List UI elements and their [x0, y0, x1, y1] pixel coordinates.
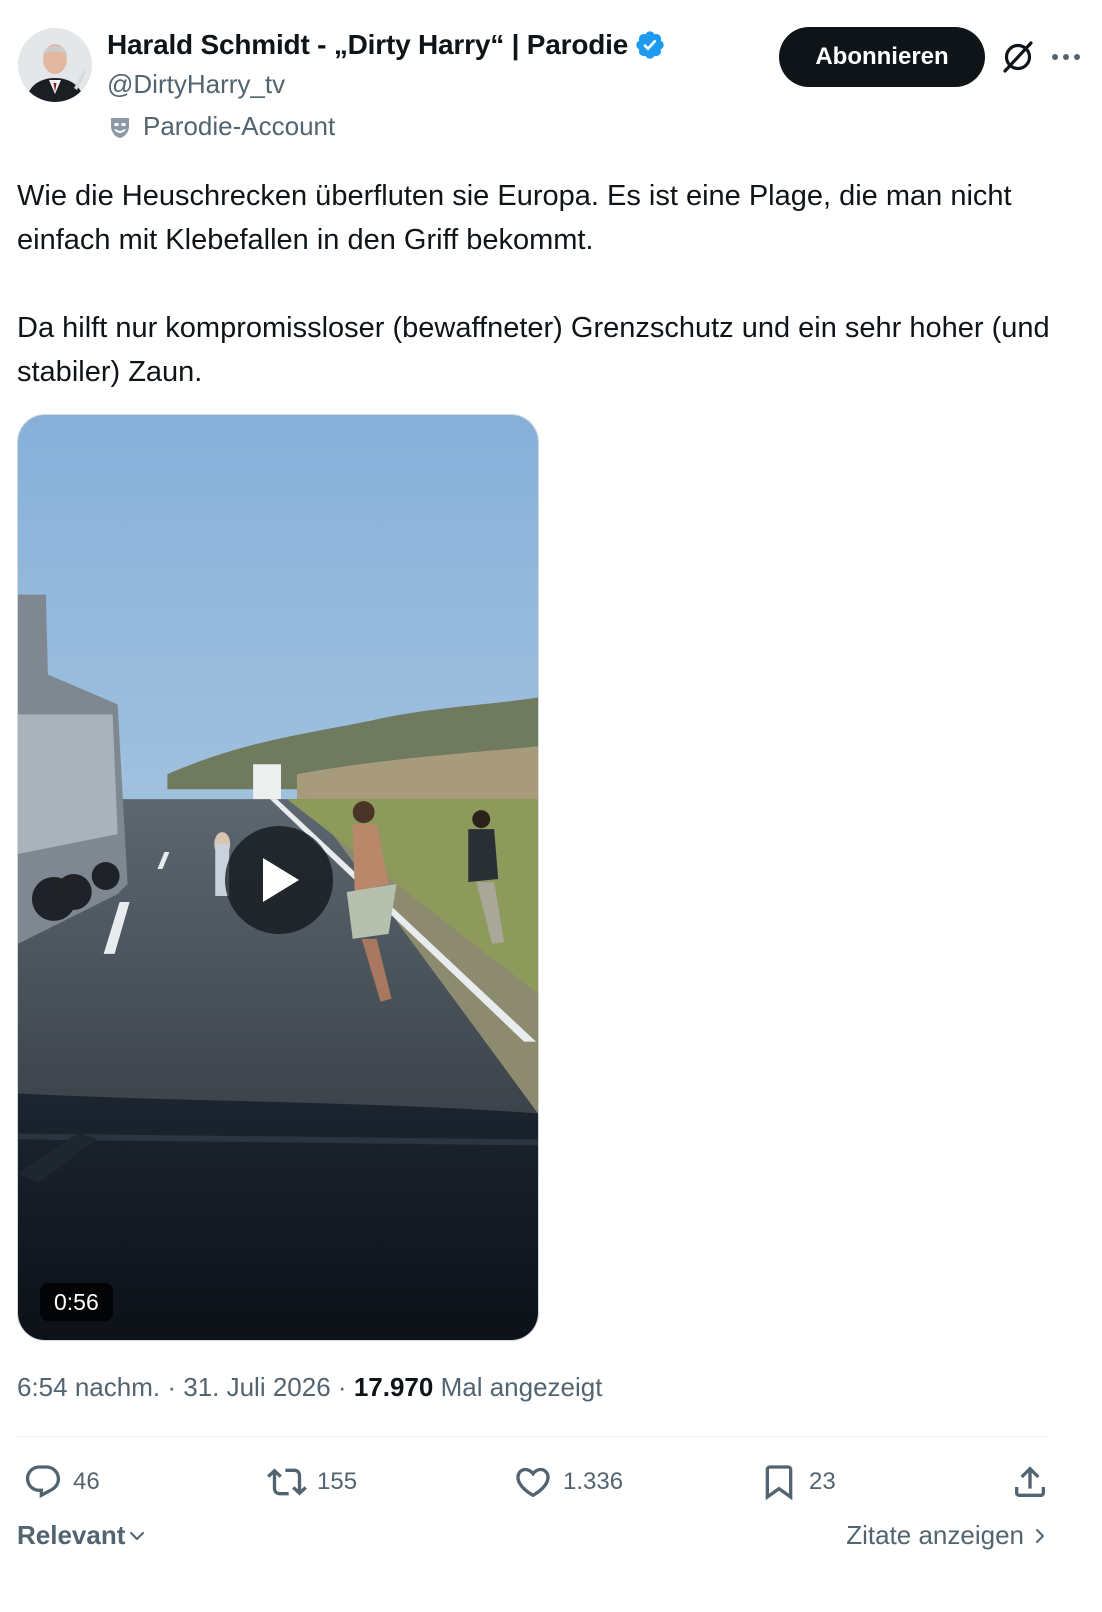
sort-label: Relevant: [17, 1520, 126, 1550]
like-count: 1.336: [563, 1468, 624, 1495]
divider: [17, 1436, 1050, 1437]
parody-mask-icon: [107, 114, 133, 140]
subscribe-button[interactable]: Abonnieren: [779, 27, 985, 87]
author-handle[interactable]: @DirtyHarry_tv: [107, 69, 285, 100]
bookmark-count: 23: [809, 1468, 836, 1495]
play-button[interactable]: [225, 826, 333, 934]
reply-count: 46: [73, 1468, 100, 1495]
views-count: 17.970: [353, 1372, 434, 1402]
sort-dropdown[interactable]: Relevant: [17, 1520, 147, 1551]
share-button[interactable]: [1010, 1456, 1050, 1508]
view-quotes-link[interactable]: Zitate anzeigen: [846, 1520, 1050, 1551]
video-player[interactable]: 0:56: [17, 414, 539, 1341]
bookmark-button[interactable]: 23: [759, 1456, 836, 1508]
avatar[interactable]: [18, 28, 92, 102]
repost-button[interactable]: 155: [267, 1456, 357, 1508]
quotes-label: Zitate anzeigen: [846, 1520, 1024, 1550]
tweet-date[interactable]: 31. Juli 2026: [183, 1372, 330, 1402]
reply-icon: [25, 1465, 61, 1499]
tweet-time[interactable]: 6:54 nachm.: [17, 1372, 160, 1402]
action-bar: 46 155 1.336 23: [17, 1456, 1050, 1508]
verified-badge-icon[interactable]: [634, 29, 666, 61]
grok-icon[interactable]: [1000, 39, 1036, 75]
heart-icon: [516, 1467, 550, 1498]
meta-separator: ·: [337, 1372, 347, 1402]
tweet-text: Wie die Heuschrecken überfluten sie Euro…: [17, 174, 1077, 394]
tweet-paragraph-2: Da hilft nur kompromissloser (bewaffnete…: [17, 312, 1050, 388]
tweet-meta: 6:54 nachm. · 31. Juli 2026 · 17.970 Mal…: [17, 1372, 602, 1403]
repost-icon: [267, 1468, 307, 1496]
meta-separator: ·: [167, 1372, 176, 1402]
share-icon: [1015, 1466, 1045, 1497]
more-icon[interactable]: [1048, 41, 1084, 73]
tweet-paragraph-1: Wie die Heuschrecken überfluten sie Euro…: [17, 180, 1012, 256]
play-icon: [263, 858, 299, 902]
parody-label-text: Parodie-Account: [143, 111, 336, 141]
chevron-down-icon: [130, 1531, 145, 1540]
like-button[interactable]: 1.336: [513, 1456, 623, 1508]
replies-footer: Relevant Zitate anzeigen: [17, 1520, 1050, 1560]
chevron-right-icon: [1036, 1528, 1044, 1543]
reply-button[interactable]: 46: [23, 1456, 100, 1508]
parody-label: Parodie-Account: [107, 111, 335, 142]
author-name-row: Harald Schmidt - „Dirty Harry“ | Parodie: [107, 29, 666, 61]
video-duration: 0:56: [40, 1283, 113, 1321]
tweet-header: Harald Schmidt - „Dirty Harry“ | Parodie…: [18, 27, 1084, 147]
repost-count: 155: [317, 1468, 358, 1495]
author-display-name[interactable]: Harald Schmidt - „Dirty Harry“ | Parodie: [107, 29, 628, 61]
views-label: Mal angezeigt: [440, 1372, 603, 1402]
bookmark-icon: [765, 1465, 793, 1501]
